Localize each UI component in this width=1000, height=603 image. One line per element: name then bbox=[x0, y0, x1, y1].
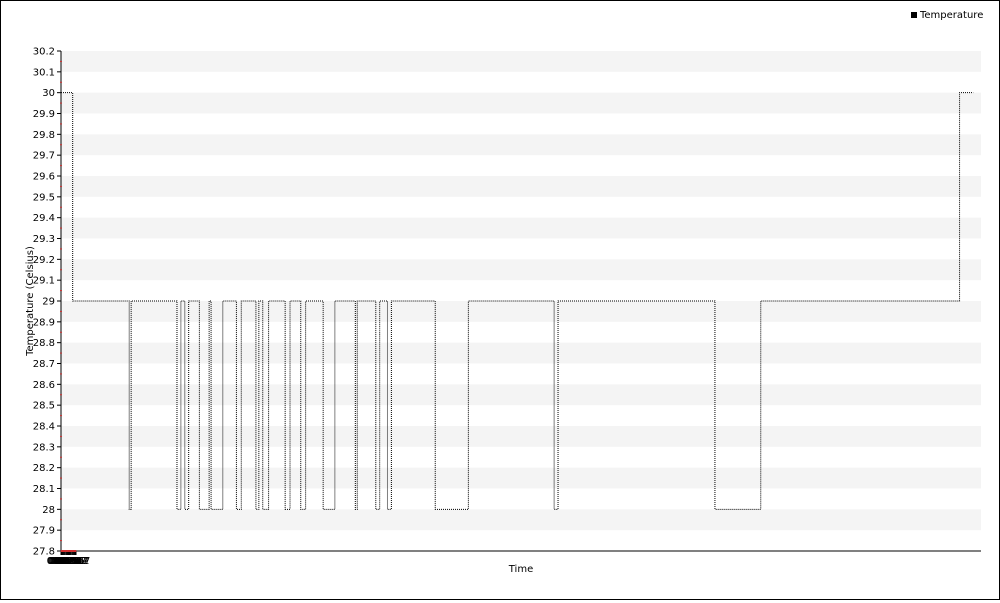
y-tick-label: 29.1 bbox=[33, 276, 55, 287]
x-tick-label: 01:17 bbox=[62, 556, 91, 567]
legend: Temperature bbox=[911, 10, 983, 21]
y-tick-label: 29.3 bbox=[33, 234, 55, 245]
y-tick-label: 28.4 bbox=[33, 422, 55, 433]
y-tick-label: 30.2 bbox=[33, 47, 55, 58]
y-tick-label: 29.8 bbox=[33, 130, 55, 141]
y-tick-label: 28 bbox=[42, 505, 55, 516]
chart-frame: 27.8 27.9 28 28.1 28.2 28.3 28.4 28.5 28.6 28.7 28… bbox=[0, 0, 1000, 600]
y-tick-label: 29.4 bbox=[33, 213, 55, 224]
grid-band bbox=[61, 176, 981, 197]
y-tick-label: 28.8 bbox=[33, 338, 55, 349]
legend-swatch-temperature bbox=[911, 12, 917, 18]
grid-band bbox=[61, 134, 981, 156]
y-tick-label: 29.5 bbox=[33, 192, 55, 203]
x-axis-title: Time bbox=[508, 564, 533, 575]
y-tick-label: 28.2 bbox=[33, 463, 55, 474]
y-tick-label: 27.9 bbox=[33, 526, 55, 537]
y-tick-label: 28.3 bbox=[33, 442, 55, 453]
y-tick-label: 29.9 bbox=[33, 109, 55, 120]
grid-band bbox=[61, 217, 981, 239]
grid-band bbox=[61, 509, 981, 531]
y-tick-label: 29.2 bbox=[33, 255, 55, 266]
grid-band bbox=[61, 259, 981, 281]
y-tick-label: 28.6 bbox=[33, 380, 55, 391]
legend-label-temperature: Temperature bbox=[919, 10, 983, 21]
temperature-chart: 27.827.92828.128.228.328.428.528.628.728… bbox=[25, 10, 983, 575]
y-tick-label: 28.7 bbox=[33, 359, 55, 370]
y-tick-label: 28.1 bbox=[33, 484, 55, 495]
y-axis-ticks: 27.827.92828.128.228.328.428.528.628.728… bbox=[33, 47, 62, 558]
y-tick-label: 29 bbox=[42, 297, 55, 308]
y-tick-label: 29.7 bbox=[33, 151, 55, 162]
y-tick-label: 30 bbox=[42, 88, 55, 99]
grid-band bbox=[61, 92, 981, 114]
y-tick-label: 28.9 bbox=[33, 317, 55, 328]
grid-band bbox=[61, 51, 981, 72]
y-tick-label: 30.1 bbox=[33, 67, 55, 78]
y-tick-label: 29.6 bbox=[33, 172, 55, 183]
y-axis-title: Temperature (Celsius) bbox=[25, 246, 36, 357]
y-tick-label: 28.5 bbox=[33, 401, 55, 412]
